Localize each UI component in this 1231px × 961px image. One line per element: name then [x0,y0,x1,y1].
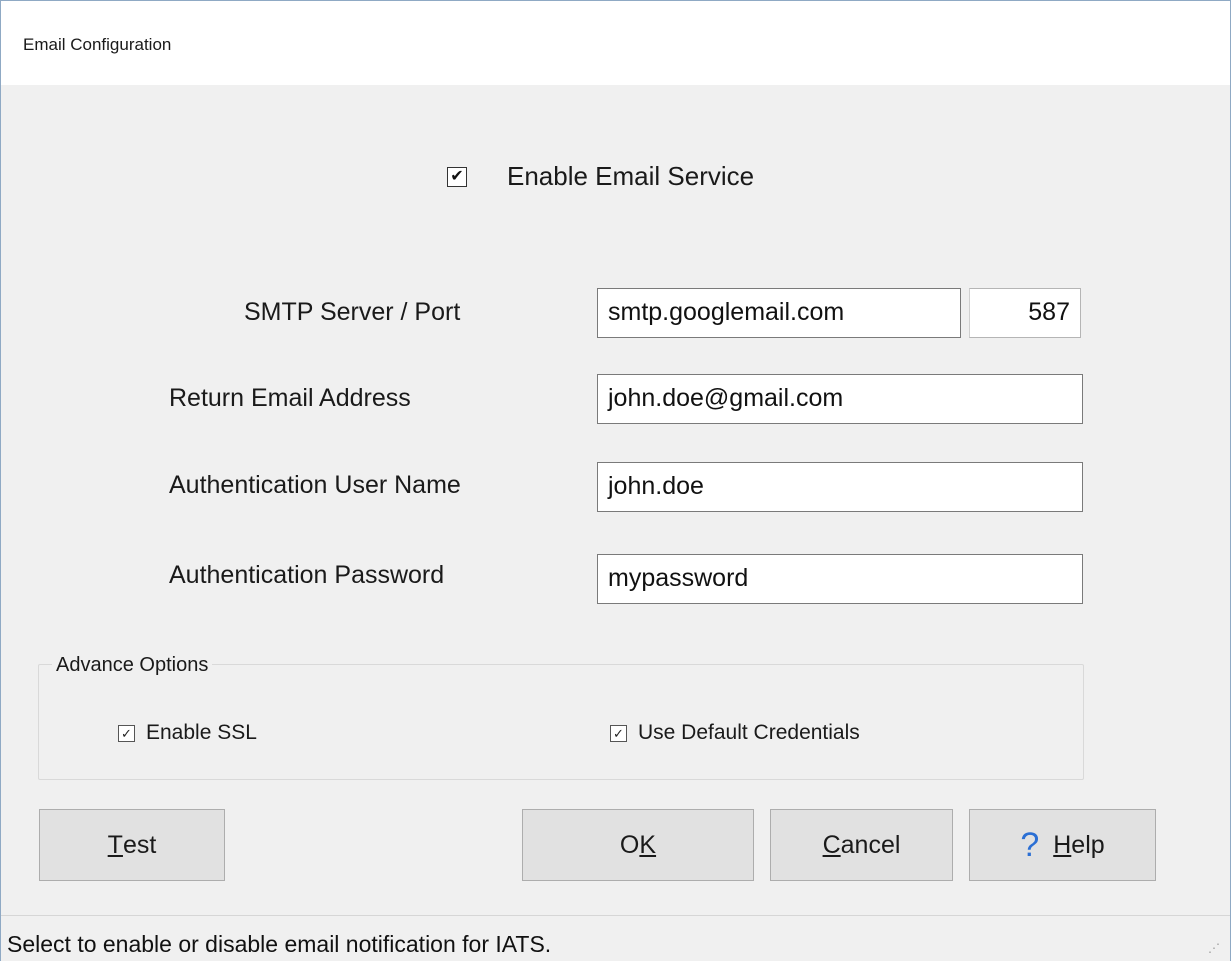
test-button[interactable]: Test [39,809,225,881]
checkmark-icon: ✓ [613,725,624,741]
checkbox-box[interactable]: ✔ [447,166,467,187]
email-config-dialog: Email Configuration ✔ Enable Email Servi… [0,0,1231,961]
cancel-label-rest: ancel [840,830,901,859]
enable-email-service-label: Enable Email Service [507,161,755,191]
enable-ssl-checkbox[interactable]: ✓ Enable SSL [118,721,257,745]
checkmark-icon: ✓ [121,725,132,741]
ok-mnemonic: K [639,830,657,859]
auth-user-name-input[interactable]: john.doe [597,462,1083,512]
help-label-rest: elp [1071,830,1105,859]
resize-grip-icon[interactable]: ⋰ [1208,942,1222,956]
title-bar: Email Configuration [1,1,1230,85]
smtp-server-input[interactable]: smtp.googlemail.com [597,288,961,338]
checkmark-icon: ✔ [450,167,464,185]
auth-user-name-label: Authentication User Name [169,471,461,499]
ok-button[interactable]: OK [522,809,754,881]
window-title: Email Configuration [23,35,172,54]
return-email-label: Return Email Address [169,384,411,412]
question-mark-icon: ? [1020,826,1040,864]
use-default-credentials-checkbox[interactable]: ✓ Use Default Credentials [610,721,860,745]
auth-password-label: Authentication Password [169,561,445,589]
cancel-mnemonic: C [822,830,841,859]
help-mnemonic: H [1053,830,1072,859]
smtp-port-input[interactable]: 587 [969,288,1081,338]
cancel-button[interactable]: Cancel [770,809,953,881]
status-bar: Select to enable or disable email notifi… [1,915,1230,961]
smtp-server-port-label: SMTP Server / Port [244,298,461,326]
use-default-credentials-label: Use Default Credentials [638,721,860,744]
ok-label-first: O [619,830,640,859]
status-text: Select to enable or disable email notifi… [7,931,552,957]
enable-ssl-label: Enable SSL [146,721,257,744]
test-mnemonic: T [107,830,123,859]
advance-options-legend: Advance Options [52,654,213,677]
ssl-checkbox-box[interactable]: ✓ [118,724,135,742]
return-email-input[interactable]: john.doe@gmail.com [597,374,1083,424]
help-button[interactable]: ? Help [969,809,1156,881]
auth-password-input[interactable]: mypassword [597,554,1083,604]
test-label-rest: est [122,830,157,859]
credentials-checkbox-box[interactable]: ✓ [610,724,627,742]
enable-email-service-checkbox[interactable]: ✔ Enable Email Service [447,161,754,192]
